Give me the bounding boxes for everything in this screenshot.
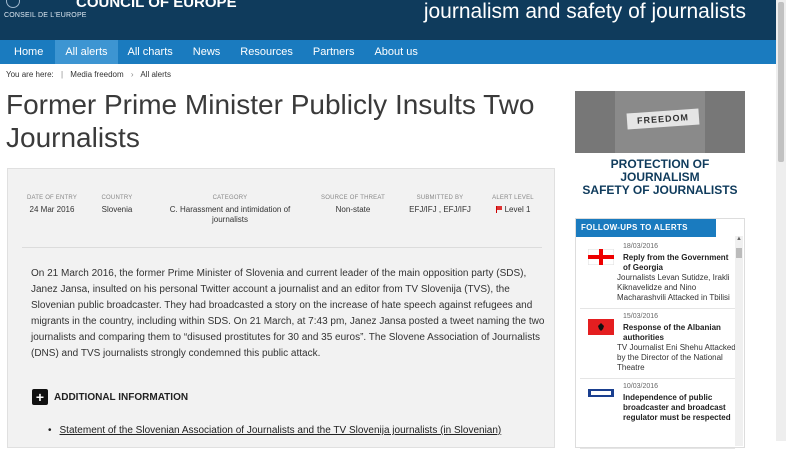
meta-value: EFJ/IFJ , EFJ/IFJ (409, 205, 471, 214)
red-flag-icon (495, 206, 502, 213)
plus-icon[interactable]: + (32, 389, 48, 405)
page-scrollbar[interactable] (776, 0, 786, 441)
nav-about-us[interactable]: About us (364, 40, 427, 64)
meta-value: Non-state (335, 205, 371, 214)
meta-date: Date of entry 24 Mar 2016 (22, 195, 82, 215)
georgia-flag-icon (588, 249, 614, 265)
meta-value: Slovenia (101, 205, 133, 214)
bullet-icon: • (48, 425, 52, 436)
org-name[interactable]: COUNCIL OF EUROPE (76, 0, 237, 11)
banner-caption[interactable]: PROTECTION OF JOURNALISM SAFETY OF JOURN… (575, 158, 745, 197)
breadcrumb-all-alerts[interactable]: All alerts (140, 70, 171, 79)
breadcrumb-separator: | (60, 70, 64, 79)
osce-logo-icon (588, 389, 614, 397)
nav-home[interactable]: Home (0, 40, 55, 64)
org-name-french: CONSEIL DE L'EUROPE (4, 12, 87, 19)
followups-box: FOLLOW-UPS TO ALERTS 18/03/2016 Reply fr… (575, 218, 745, 449)
alert-level-value: Level 1 (504, 205, 531, 214)
nav-news[interactable]: News (183, 40, 231, 64)
meta-alert-level: Alert level Level 1 (486, 195, 540, 215)
page-title: Former Prime Minister Publicly Insults T… (6, 89, 535, 153)
meta-value: 24 Mar 2016 (29, 205, 75, 214)
nav-partners[interactable]: Partners (303, 40, 365, 64)
site-header: CONSEIL DE L'EUROPE COUNCIL OF EUROPE jo… (0, 0, 776, 40)
albania-flag-icon (588, 319, 614, 335)
meta-label: Date of entry (26, 195, 78, 201)
followup-date: 10/03/2016 (623, 383, 659, 390)
list-item[interactable]: 10/03/2016 Independence of public broadc… (580, 383, 735, 449)
site-title: journalism and safety of journalists (423, 0, 746, 23)
meta-label: Alert level (492, 195, 534, 201)
divider (22, 247, 542, 248)
list-item: • Statement of the Slovenian Association… (48, 425, 501, 436)
alert-meta: Date of entry 24 Mar 2016 Country Sloven… (8, 195, 556, 231)
additional-info-header[interactable]: + ADDITIONAL INFORMATION (32, 389, 188, 405)
coe-logo-icon[interactable] (6, 0, 20, 8)
meta-category: Category C. Harassment and intimidation … (160, 195, 300, 225)
breadcrumb-prefix: You are here: (6, 70, 54, 79)
meta-label: Submitted by (416, 195, 464, 201)
meta-label: Source of threat (321, 195, 385, 201)
scroll-up-icon[interactable]: ▲ (735, 236, 743, 244)
nav-all-alerts[interactable]: All alerts (55, 40, 118, 64)
followups-list: 18/03/2016 Reply from the Government of … (580, 243, 736, 453)
statement-link[interactable]: Statement of the Slovenian Association o… (60, 425, 502, 436)
list-item[interactable]: 18/03/2016 Reply from the Government of … (580, 243, 735, 309)
meta-value-level: Level 1 (486, 205, 540, 215)
additional-info-title: ADDITIONAL INFORMATION (54, 391, 189, 403)
followup-title[interactable]: Response of the Albanian authorities (623, 323, 733, 343)
meta-source: Source of threat Non-state (316, 195, 390, 215)
followup-text: Journalists Levan Sutidze, Irakli Kiknav… (617, 273, 730, 302)
alert-panel: Date of entry 24 Mar 2016 Country Sloven… (7, 168, 555, 448)
followup-text: TV Journalist Eni Shehu Attacked by the … (617, 343, 736, 372)
chevron-right-icon: › (130, 70, 134, 79)
breadcrumb-media-freedom[interactable]: Media freedom (70, 70, 123, 79)
nav-resources[interactable]: Resources (230, 40, 303, 64)
alert-description: On 21 March 2016, the former Prime Minis… (31, 268, 545, 359)
banner-caption-line2: SAFETY OF JOURNALISTS (582, 183, 738, 197)
banner-caption-line1: PROTECTION OF JOURNALISM (610, 157, 710, 184)
page-scroll-thumb[interactable] (778, 2, 784, 162)
scroll-thumb[interactable] (736, 248, 742, 258)
breadcrumb: You are here: | Media freedom › All aler… (6, 70, 171, 79)
followup-title[interactable]: Reply from the Government of Georgia (623, 253, 733, 273)
meta-country: Country Slovenia (88, 195, 146, 215)
followup-date: 18/03/2016 (623, 243, 659, 250)
meta-label: Country (101, 195, 133, 201)
followups-scrollbar[interactable]: ▲ (735, 236, 743, 446)
freedom-banner-image[interactable]: FREEDOM (575, 91, 745, 153)
followups-title: FOLLOW-UPS TO ALERTS (576, 219, 716, 237)
meta-label: Category (212, 195, 248, 201)
list-item[interactable]: 15/03/2016 Response of the Albanian auth… (580, 313, 736, 379)
meta-value: C. Harassment and intimidation of journa… (169, 205, 291, 224)
followup-title[interactable]: Independence of public broadcaster and b… (623, 393, 733, 423)
main-nav: Home All alerts All charts News Resource… (0, 40, 776, 64)
meta-submitted-by: Submitted by EFJ/IFJ , EFJ/IFJ (402, 195, 478, 215)
nav-all-charts[interactable]: All charts (118, 40, 183, 64)
followup-date: 15/03/2016 (623, 313, 659, 320)
